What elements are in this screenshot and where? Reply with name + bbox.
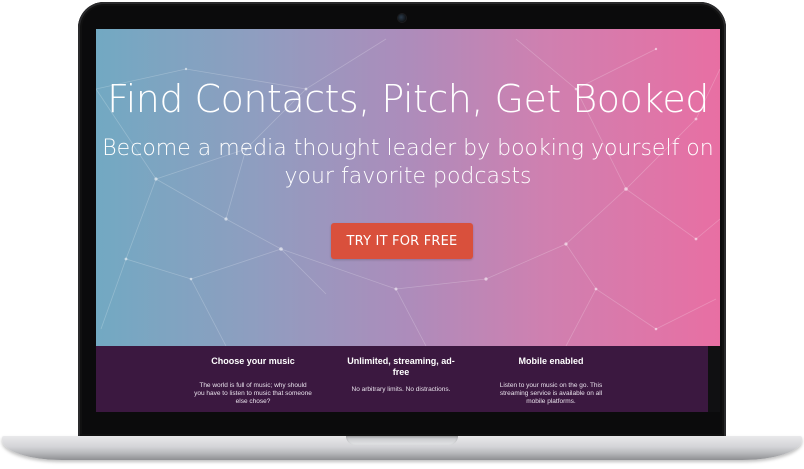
try-it-for-free-button[interactable]: TRY IT FOR FREE — [331, 223, 473, 259]
laptop-opening-notch — [346, 436, 458, 445]
webcam-icon — [398, 14, 406, 22]
laptop-mockup: Find Contacts, Pitch, Get Booked Become … — [0, 0, 804, 469]
feature-description: Listen to your music on the go. This str… — [499, 382, 603, 405]
feature-description: The world is full of music; why should y… — [194, 382, 312, 405]
screen-edge — [708, 346, 720, 412]
feature-description: No arbitrary limits. No distractions. — [351, 386, 451, 393]
laptop-screen: Find Contacts, Pitch, Get Booked Become … — [96, 29, 720, 412]
feature-title: Choose your music — [211, 356, 295, 366]
feature-title: Mobile enabled — [518, 356, 584, 366]
feature-choose-music: Choose your music The world is full of m… — [194, 346, 312, 406]
hero-section: Find Contacts, Pitch, Get Booked Become … — [96, 29, 720, 346]
feature-mobile-enabled: Mobile enabled Listen to your music on t… — [492, 346, 610, 406]
hero-subtitle: Become a media thought leader by booking… — [102, 136, 714, 189]
feature-title: Unlimited, streaming, ad-free — [347, 356, 455, 377]
features-section: Choose your music The world is full of m… — [96, 346, 708, 412]
hero-title: Find Contacts, Pitch, Get Booked — [107, 77, 709, 121]
feature-unlimited-streaming: Unlimited, streaming, ad-free No arbitra… — [342, 346, 460, 394]
